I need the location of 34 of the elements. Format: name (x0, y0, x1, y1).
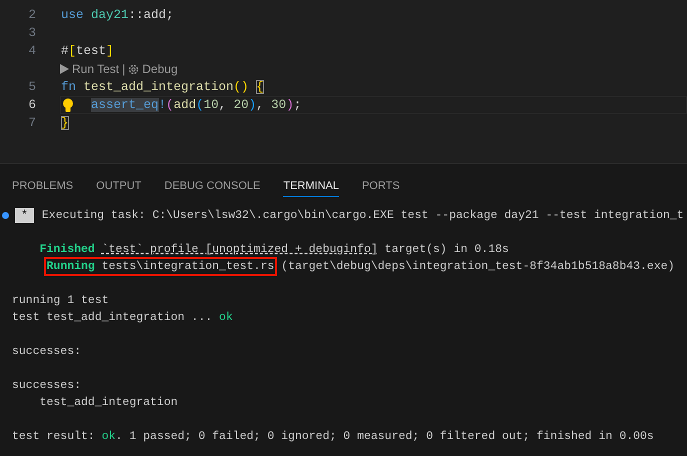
terminal-line: running 1 test (12, 294, 109, 307)
task-badge: * (15, 208, 34, 223)
terminal-line: successes: (12, 345, 82, 358)
line-number: 4 (27, 43, 36, 60)
code-line: assert_eq!(add(10, 20), 30); (90, 97, 302, 114)
panel-tab[interactable]: PORTS (362, 174, 400, 197)
code-line: } (61, 115, 69, 132)
panel-tab[interactable]: OUTPUT (96, 174, 142, 197)
terminal-text: (target\debug\deps\integration_test-8f34ab1b518a8b43.exe) (280, 260, 675, 273)
status-dot-icon (2, 212, 9, 219)
terminal-line: test test_add_integration ... ok (12, 311, 233, 324)
line-number: 3 (27, 25, 36, 42)
panel-tab[interactable]: PROBLEMS (12, 174, 74, 197)
terminal-line: successes: (12, 379, 82, 392)
gear-icon (128, 64, 140, 74)
highlight-box: Running tests\integration_test.rs (46, 260, 274, 273)
task-line: Executing task: C:\Users\lsw32\.cargo\bin\cargo.EXE test --package day21 --test integration_t (42, 208, 684, 224)
terminal-line: Finished `test` profile [unoptimized + debuginfo] target(s) in 0.18s (38, 243, 509, 256)
lightbulb-icon[interactable] (62, 98, 74, 113)
terminal-line: test_add_integration (38, 396, 178, 409)
line-number: 6 (27, 97, 36, 114)
code-line: #[test] (61, 43, 114, 60)
line-number: 2 (27, 7, 36, 24)
codelens-link[interactable]: Debug (128, 60, 178, 78)
panel-tab[interactable]: DEBUG CONSOLE (164, 174, 260, 197)
terminal-line: test result: ok. 1 passed; 0 failed; 0 ignored; 0 measured; 0 filtered out; finished in 0.00s (12, 430, 654, 443)
panel-tab[interactable]: TERMINAL (283, 174, 339, 197)
line-number: 7 (27, 115, 36, 132)
line-number: 5 (27, 79, 36, 96)
code-line: use day21::add; (61, 7, 174, 24)
codelens-separator: | (122, 61, 126, 78)
codelens-link[interactable]: Run Test (60, 60, 120, 78)
play-icon (60, 64, 69, 74)
code-line: fn test_add_integration() { (61, 79, 264, 96)
